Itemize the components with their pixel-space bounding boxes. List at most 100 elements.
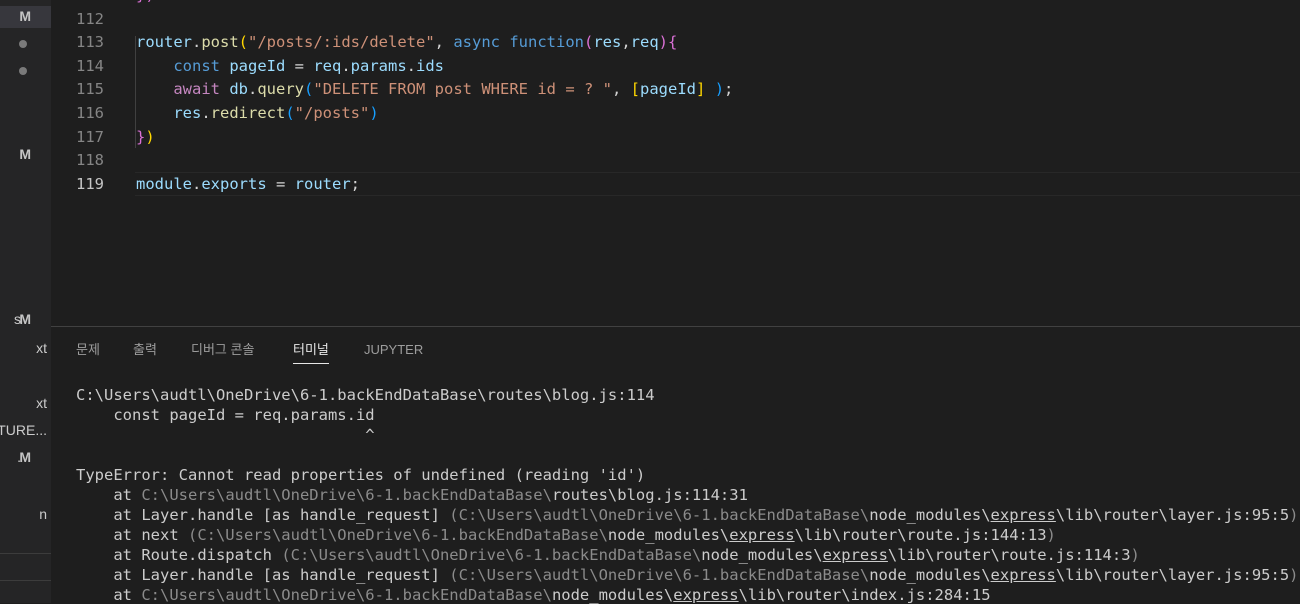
explorer-item[interactable]: n	[0, 504, 51, 526]
panel-tab[interactable]: 출력	[133, 341, 157, 363]
explorer-item[interactable]	[0, 60, 51, 82]
code-token: params	[350, 56, 407, 75]
code-line[interactable]: 119 module.exports = router;	[51, 171, 1300, 196]
line-number: 114	[76, 56, 104, 75]
explorer-item[interactable]: M	[0, 6, 51, 28]
terminal-text: \lib\router\route.js:144:13	[794, 526, 1047, 544]
code-token: "/posts/:ids/delete"	[248, 33, 435, 52]
terminal-text: TypeError: Cannot read properties of und…	[76, 466, 646, 484]
terminal-text: \lib\router\layer.js:95:5	[1055, 506, 1290, 524]
code-line[interactable]: 112	[51, 7, 1300, 31]
terminal-text: C:\Users\audtl\OneDrive\6-1.backEndDataB…	[141, 486, 552, 504]
terminal-text: )	[1130, 546, 1140, 564]
terminal-text: express	[673, 586, 739, 604]
line-number: 118	[76, 151, 104, 170]
code-token: module	[136, 174, 192, 193]
code-token: const	[173, 56, 230, 75]
explorer-item[interactable]: TURE...	[0, 420, 51, 442]
code-token: router	[136, 33, 192, 52]
terminal-text: const pageId = req.params.id	[76, 406, 375, 424]
panel-tab[interactable]: 디버그 콘솔	[191, 341, 254, 363]
code-token: ;	[350, 174, 361, 193]
panel-tab[interactable]: 터미널	[293, 341, 329, 364]
code-token: )	[145, 127, 155, 146]
explorer-item-label: TURE...	[0, 422, 47, 438]
explorer-item-label: xt	[36, 395, 47, 411]
code-line[interactable]: 118	[51, 148, 1300, 172]
panel-tab[interactable]: 문제	[76, 341, 100, 363]
code-line[interactable]: 116 res.redirect("/posts")	[51, 101, 1300, 125]
panel-tabs: 문제 출력 디버그 콘솔 터미널 JUPYTER	[51, 327, 1300, 371]
code-token: [	[630, 80, 640, 99]
code-text: const pageId = req.params.ids	[136, 54, 444, 78]
panel-tab[interactable]: JUPYTER	[364, 341, 423, 363]
terminal-line: at C:\Users\audtl\OneDrive\6-1.backEndDa…	[76, 585, 1296, 604]
terminal-text: at next	[76, 526, 188, 544]
terminal-text: at	[76, 486, 142, 504]
code-token: .	[248, 80, 258, 99]
terminal-text: )	[1289, 566, 1299, 584]
terminal-output[interactable]: C:\Users\audtl\OneDrive\6-1.backEndDataB…	[76, 385, 1299, 604]
terminal-text: \lib\router\route.js:114:3	[887, 546, 1131, 564]
git-modified-badge: M	[19, 8, 31, 24]
code-token: {	[668, 33, 678, 52]
explorer-item[interactable]: M	[0, 144, 51, 166]
code-token: req	[313, 56, 342, 75]
explorer-item[interactable]	[0, 33, 51, 55]
terminal-text: express	[822, 546, 888, 564]
code-token: req	[630, 33, 659, 52]
git-modified-badge: M	[19, 449, 31, 465]
terminal-text: node_modules\	[701, 546, 823, 564]
code-token: res	[173, 104, 202, 122]
code-text: res.redirect("/posts")	[136, 101, 378, 125]
code-token: "/posts"	[294, 104, 370, 122]
code-token: pageId	[640, 80, 696, 99]
code-token: post	[201, 33, 239, 52]
terminal-text: at	[76, 586, 142, 604]
terminal-line: at Route.dispatch (C:\Users\audtl\OneDri…	[76, 545, 1296, 565]
code-token: ids	[416, 56, 445, 75]
code-token: .	[201, 104, 211, 122]
code-token: redirect	[210, 104, 286, 122]
explorer-item[interactable]: xt	[0, 338, 51, 360]
terminal-text: node_modules\	[607, 526, 730, 544]
terminal-text: (C:\Users\audtl\OneDrive\6-1.backEndData…	[449, 506, 870, 524]
terminal-text: (C:\Users\audtl\OneDrive\6-1.backEndData…	[281, 546, 702, 564]
code-token: exports	[201, 174, 267, 193]
unsaved-dot-icon	[19, 40, 27, 48]
terminal-text: \lib\router\index.js:284:15	[738, 586, 991, 604]
code-line[interactable]: 113 router.post("/posts/:ids/delete", asy…	[51, 30, 1300, 54]
explorer-item-label: xt	[36, 340, 47, 356]
code-token: ,	[621, 33, 631, 52]
explorer-item[interactable]: .M	[0, 447, 51, 469]
terminal-text: node_modules\	[551, 586, 674, 604]
terminal-line: const pageId = req.params.id	[76, 405, 1296, 425]
explorer-item[interactable]: xt	[0, 393, 51, 415]
git-modified-badge: M	[19, 146, 31, 162]
code-editor[interactable]: 111})112113router.post("/posts/:ids/dele…	[51, 0, 1300, 326]
code-line[interactable]: 117})	[51, 125, 1300, 149]
explorer-item[interactable]: sM	[0, 309, 51, 331]
code-token: .	[341, 56, 351, 75]
line-number: 115	[76, 80, 104, 99]
code-token: )	[658, 33, 669, 52]
terminal-line: ^	[76, 425, 1296, 445]
code-line[interactable]: 114 const pageId = req.params.ids	[51, 54, 1300, 78]
code-token: async	[453, 33, 510, 52]
terminal-text: express	[990, 566, 1056, 584]
terminal-text: (C:\Users\audtl\OneDrive\6-1.backEndData…	[449, 566, 870, 584]
line-number: 119	[76, 174, 104, 193]
code-token: (	[304, 80, 314, 99]
terminal-line: at next (C:\Users\audtl\OneDrive\6-1.bac…	[76, 525, 1296, 545]
terminal-text: node_modules\	[869, 566, 991, 584]
code-token: res	[593, 33, 622, 52]
code-token: (	[583, 33, 594, 52]
code-token: }	[136, 127, 146, 146]
code-line[interactable]: 115 await db.query("DELETE FROM post WHE…	[51, 77, 1300, 101]
code-token: ,	[611, 80, 631, 99]
code-token: "DELETE FROM post WHERE id = ? "	[313, 80, 612, 99]
